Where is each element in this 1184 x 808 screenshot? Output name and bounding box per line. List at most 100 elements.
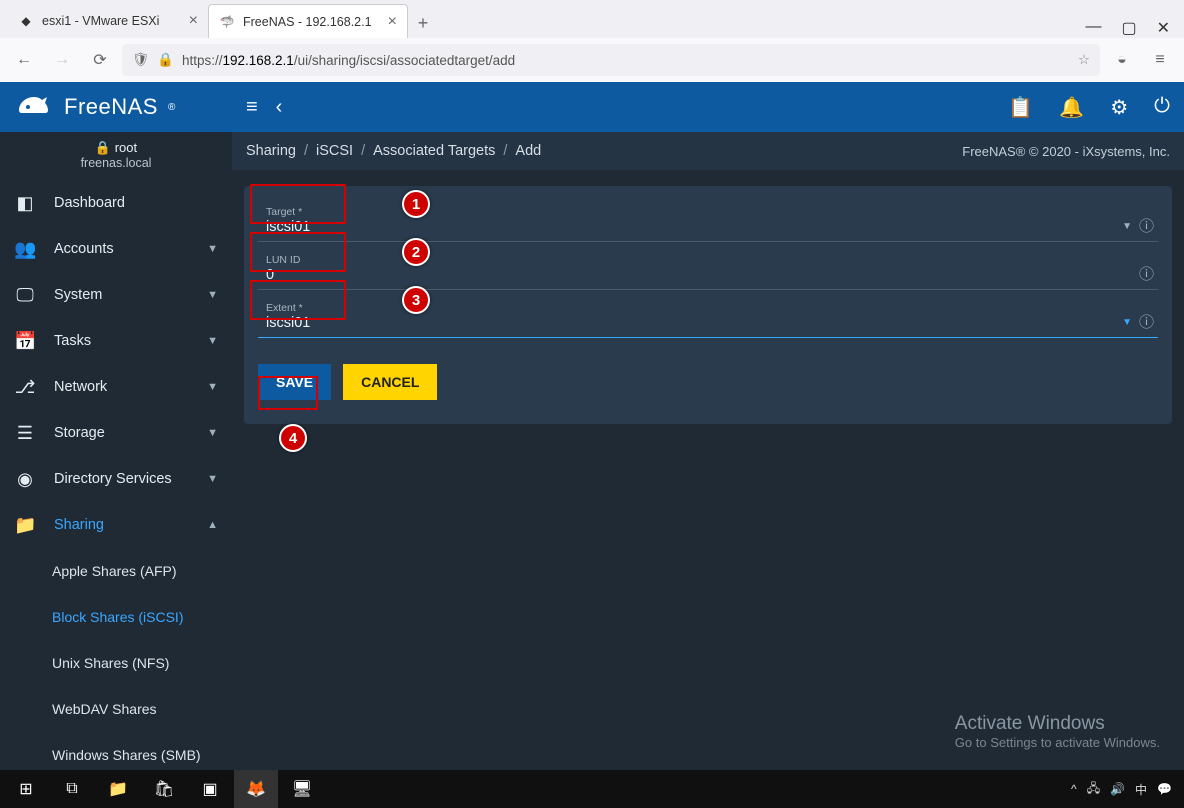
power-icon[interactable]: ⏻ <box>1154 95 1170 120</box>
tray-volume-icon[interactable]: 🔊 <box>1110 782 1125 796</box>
sidebar-sub-webdav[interactable]: WebDAV Shares <box>0 686 232 732</box>
crumb-sharing[interactable]: Sharing <box>246 143 296 159</box>
sidebar-item-network[interactable]: ⎇Network▼ <box>0 364 232 410</box>
network-icon: ⎇ <box>14 377 36 398</box>
crumb-add: Add <box>515 143 541 159</box>
field-extent[interactable]: Extent * iscsi01 ▼ ⓘ <box>258 298 1158 338</box>
menu-icon[interactable]: ≡ <box>246 96 258 119</box>
extent-label: Extent * <box>266 302 1130 314</box>
terminal-icon[interactable]: ▣ <box>188 770 232 808</box>
field-lunid[interactable]: LUN ID 0 ⓘ <box>258 250 1158 290</box>
window-maximize-icon[interactable]: ▢ <box>1121 18 1136 38</box>
help-icon[interactable]: ⓘ <box>1139 311 1154 332</box>
start-button[interactable]: ⊞ <box>4 770 48 808</box>
directory-icon: ◉ <box>14 469 36 490</box>
tray-notifications-icon[interactable]: 💬 <box>1157 782 1172 796</box>
extent-value: iscsi01 <box>266 315 1130 331</box>
help-icon[interactable]: ⓘ <box>1139 263 1154 284</box>
tray-network-icon[interactable]: 🖧 <box>1087 779 1100 800</box>
help-icon[interactable]: ⓘ <box>1139 215 1154 236</box>
back-button[interactable]: ← <box>8 44 40 76</box>
annotation-number-3: 3 <box>402 286 430 314</box>
storage-icon: ☰ <box>14 423 36 444</box>
lock-icon: 🔒 <box>95 140 111 155</box>
tab-esxi[interactable]: ◆ esxi1 - VMware ESXi × <box>8 4 208 38</box>
app-menu-icon[interactable]: ≡ <box>1144 44 1176 76</box>
bell-icon[interactable]: 🔔 <box>1059 95 1084 120</box>
save-to-pocket-icon[interactable]: ◒ <box>1106 44 1138 76</box>
field-target[interactable]: Target * iscsi01 ▼ ⓘ <box>258 202 1158 242</box>
sidebar-item-storage[interactable]: ☰Storage▼ <box>0 410 232 456</box>
tab-title: FreeNAS - 192.168.2.1 <box>243 15 372 29</box>
sidebar-item-accounts[interactable]: 👥Accounts▼ <box>0 226 232 272</box>
sidebar-item-sharing[interactable]: 📁Sharing▲ <box>0 502 232 548</box>
chevron-down-icon[interactable]: ▼ <box>1122 317 1132 328</box>
window-close-icon[interactable]: ✕ <box>1157 18 1170 38</box>
vmware-favicon: ◆ <box>18 13 34 29</box>
dashboard-icon: ◧ <box>14 193 36 214</box>
brand-text: FreeNAS <box>64 94 158 120</box>
app-root: FreeNAS® 🔒 root freenas.local ◧Dashboard… <box>0 82 1184 770</box>
file-explorer-icon[interactable]: 📁 <box>96 770 140 808</box>
reload-button[interactable]: ⟳ <box>84 44 116 76</box>
annotation-number-2: 2 <box>402 238 430 266</box>
tab-title: esxi1 - VMware ESXi <box>42 14 159 28</box>
task-view-icon[interactable]: ⧉ <box>50 770 94 808</box>
vmware-icon[interactable]: 🖥 <box>280 770 324 808</box>
tray-ime-icon[interactable]: 中 <box>1135 781 1147 798</box>
sidebar-item-directory-services[interactable]: ◉Directory Services▼ <box>0 456 232 502</box>
clipboard-icon[interactable]: 📋 <box>1008 95 1033 120</box>
system-icon: 🖵 <box>14 285 36 306</box>
sidebar-item-system[interactable]: 🖵System▼ <box>0 272 232 318</box>
sharing-icon: 📁 <box>14 515 36 536</box>
annotation-number-4: 4 <box>279 424 307 452</box>
browser-chrome: ◆ esxi1 - VMware ESXi × 🦈 FreeNAS - 192.… <box>0 0 1184 82</box>
chevron-down-icon: ▼ <box>207 473 218 485</box>
back-icon[interactable]: ‹ <box>276 96 283 119</box>
lunid-label: LUN ID <box>266 254 1130 266</box>
freenas-logo-icon <box>14 92 54 122</box>
ms-store-icon[interactable]: 🛍 <box>142 770 186 808</box>
windows-activation-watermark: Activate Windows Go to Settings to activ… <box>955 713 1160 750</box>
crumb-associated-targets[interactable]: Associated Targets <box>373 143 495 159</box>
sidebar-sub-nfs[interactable]: Unix Shares (NFS) <box>0 640 232 686</box>
chevron-down-icon[interactable]: ▼ <box>1122 221 1132 232</box>
lunid-value: 0 <box>266 267 1130 283</box>
system-tray[interactable]: ^ 🖧 🔊 中 💬 <box>1071 779 1180 800</box>
bookmark-icon[interactable]: ☆ <box>1078 52 1090 68</box>
sidebar-sub-smb[interactable]: Windows Shares (SMB) <box>0 732 232 770</box>
brand[interactable]: FreeNAS® <box>0 82 232 132</box>
target-value: iscsi01 <box>266 219 1130 235</box>
close-icon[interactable]: × <box>388 13 397 31</box>
lock-icon: 🔒 <box>157 52 174 68</box>
user-block: 🔒 root freenas.local <box>0 132 232 180</box>
close-icon[interactable]: × <box>189 12 198 30</box>
crumb-iscsi[interactable]: iSCSI <box>316 143 353 159</box>
sidebar-sub-iscsi[interactable]: Block Shares (iSCSI) <box>0 594 232 640</box>
annotation-number-1: 1 <box>402 190 430 218</box>
cancel-button[interactable]: CANCEL <box>343 364 437 400</box>
chevron-down-icon: ▼ <box>207 427 218 439</box>
tab-freenas[interactable]: 🦈 FreeNAS - 192.168.2.1 × <box>208 4 408 38</box>
forward-button[interactable]: → <box>46 44 78 76</box>
window-minimize-icon[interactable]: — <box>1085 18 1101 38</box>
sidebar-item-dashboard[interactable]: ◧Dashboard <box>0 180 232 226</box>
accounts-icon: 👥 <box>14 239 36 260</box>
freenas-favicon: 🦈 <box>219 14 235 30</box>
tab-strip: ◆ esxi1 - VMware ESXi × 🦈 FreeNAS - 192.… <box>0 0 1184 38</box>
form-card: Target * iscsi01 ▼ ⓘ LUN ID 0 ⓘ Extent * <box>244 186 1172 424</box>
url-bar[interactable]: 🛡 🔒 https://192.168.2.1/ui/sharing/iscsi… <box>122 44 1100 76</box>
target-label: Target * <box>266 206 1130 218</box>
save-button[interactable]: SAVE <box>258 364 331 400</box>
firefox-icon[interactable]: 🦊 <box>234 770 278 808</box>
tray-chevron-icon[interactable]: ^ <box>1071 782 1077 796</box>
hostname: freenas.local <box>0 156 232 170</box>
windows-taskbar: ⊞ ⧉ 📁 🛍 ▣ 🦊 🖥 ^ 🖧 🔊 中 💬 <box>0 770 1184 808</box>
sidebar-sub-afp[interactable]: Apple Shares (AFP) <box>0 548 232 594</box>
new-tab-button[interactable]: + <box>408 8 438 38</box>
sidebar-item-tasks[interactable]: 📅Tasks▼ <box>0 318 232 364</box>
main: ≡ ‹ 📋 🔔 ⚙ ⏻ Sharing/ iSCSI/ Associated T… <box>232 82 1184 770</box>
topbar: ≡ ‹ 📋 🔔 ⚙ ⏻ <box>232 82 1184 132</box>
tasks-icon: 📅 <box>14 331 36 352</box>
gear-icon[interactable]: ⚙ <box>1110 95 1128 120</box>
